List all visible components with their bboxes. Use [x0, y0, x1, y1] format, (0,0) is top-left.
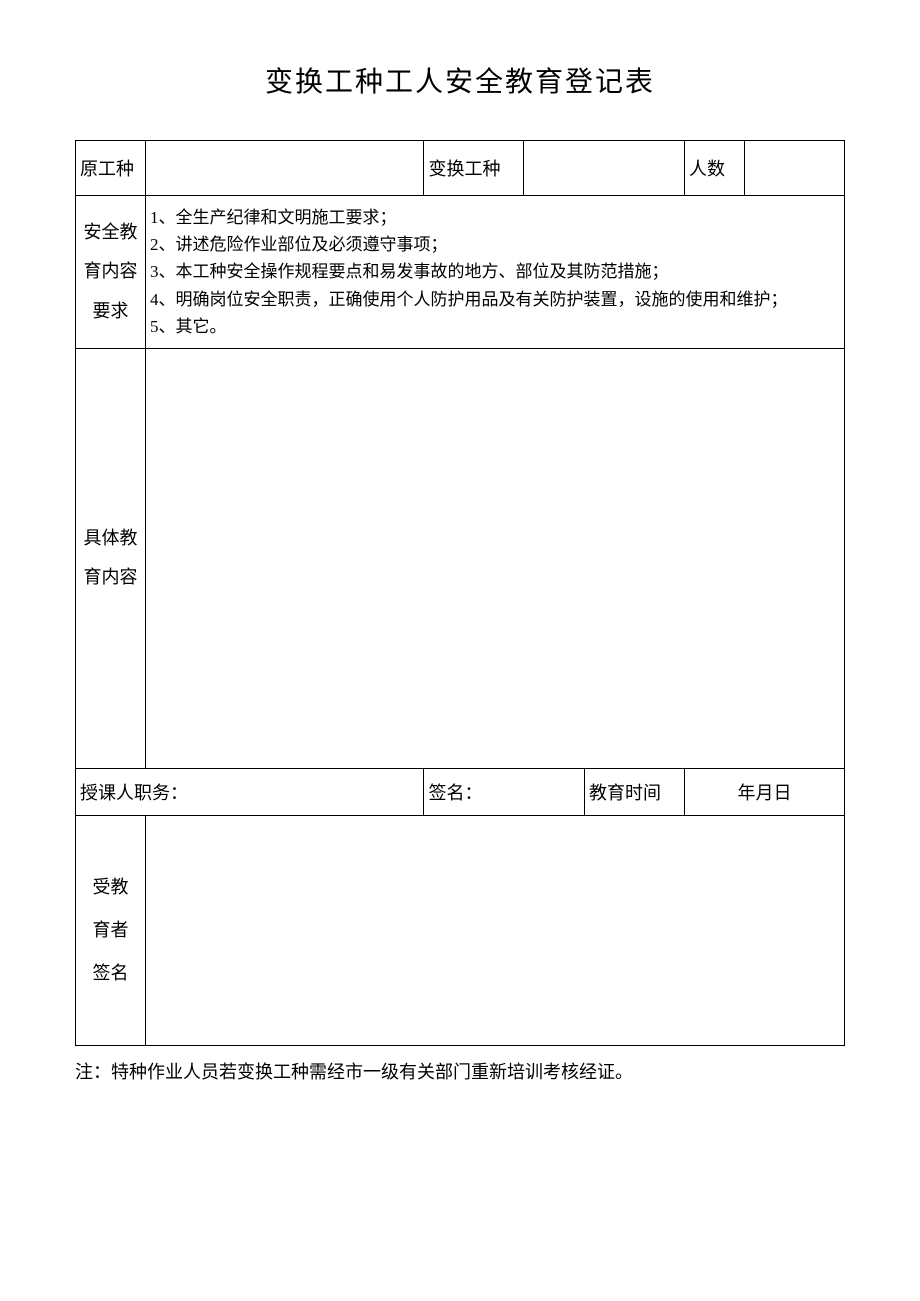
signer-label: 受教 育者 签名	[76, 815, 146, 1045]
requirements-label: 安全教 育内容 要求	[76, 196, 146, 349]
footer-note: 注：特种作业人员若变换工种需经市一级有关部门重新培训考核经证。	[75, 1058, 845, 1087]
table-row-signer: 受教 育者 签名	[76, 815, 845, 1045]
detail-content-value	[146, 348, 845, 768]
signer-value	[146, 815, 845, 1045]
people-count-label: 人数	[685, 141, 745, 196]
table-row-detail: 具体教 育内容	[76, 348, 845, 768]
requirement-item: 4、明确岗位安全职责，正确使用个人防护用品及有关防护装置，设施的使用和维护；	[150, 286, 840, 313]
education-date-value: 年月日	[685, 768, 845, 815]
detail-content-label: 具体教 育内容	[76, 348, 146, 768]
people-count-value	[745, 141, 845, 196]
requirement-item: 5、其它。	[150, 313, 840, 340]
table-row-header: 原工种 变换工种 人数	[76, 141, 845, 196]
lecturer-position-label: 授课人职务：	[76, 768, 424, 815]
requirement-item: 3、本工种安全操作规程要点和易发事故的地方、部位及其防范措施；	[150, 258, 840, 285]
lecturer-sign-label: 签名：	[424, 768, 585, 815]
original-work-type-label: 原工种	[76, 141, 146, 196]
requirements-content: 1、全生产纪律和文明施工要求； 2、讲述危险作业部位及必须遵守事项； 3、本工种…	[146, 196, 845, 349]
education-time-label: 教育时间	[585, 768, 685, 815]
table-row-lecturer: 授课人职务： 签名： 教育时间 年月日	[76, 768, 845, 815]
original-work-type-value	[146, 141, 424, 196]
changed-work-type-label: 变换工种	[424, 141, 524, 196]
requirement-item: 1、全生产纪律和文明施工要求；	[150, 204, 840, 231]
registration-table: 原工种 变换工种 人数 安全教 育内容 要求 1、全生产纪律和文明施工要求； 2…	[75, 140, 845, 1046]
table-row-requirements: 安全教 育内容 要求 1、全生产纪律和文明施工要求； 2、讲述危险作业部位及必须…	[76, 196, 845, 349]
page-title: 变换工种工人安全教育登记表	[75, 60, 845, 100]
changed-work-type-value	[524, 141, 685, 196]
requirement-item: 2、讲述危险作业部位及必须遵守事项；	[150, 231, 840, 258]
